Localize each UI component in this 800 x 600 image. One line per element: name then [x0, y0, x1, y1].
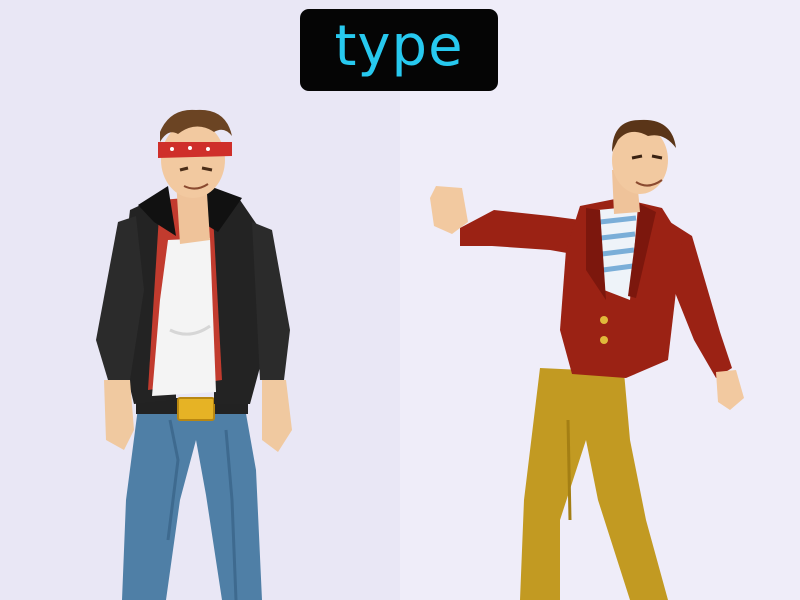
word-label: type: [334, 14, 464, 79]
word-card: type: [300, 9, 498, 91]
